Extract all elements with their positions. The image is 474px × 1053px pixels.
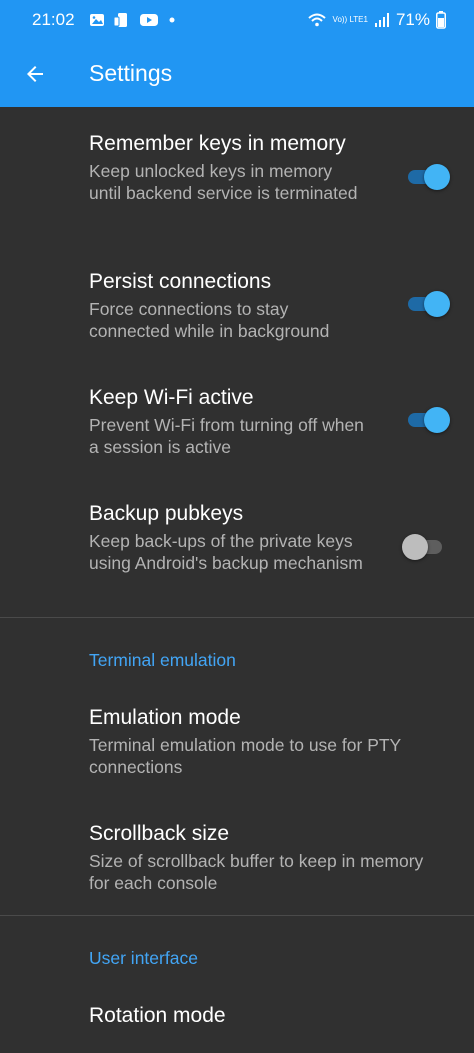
- category-terminal-emulation: Terminal emulation: [89, 650, 236, 670]
- pref-title: Scrollback size: [89, 822, 230, 845]
- navigation-bar: [0, 1038, 474, 1053]
- pref-emulation-mode[interactable]: Emulation mode Terminal emulation mode t…: [89, 705, 449, 778]
- pref-backup-pubkeys[interactable]: Backup pubkeys Keep back-ups of the priv…: [89, 501, 449, 574]
- signal-icon: [374, 12, 390, 28]
- pref-title: Persist connections: [89, 270, 272, 293]
- page-title: Settings: [89, 60, 173, 86]
- pref-rotation-mode[interactable]: Rotation mode: [89, 1003, 449, 1029]
- youtube-notification-icon: [139, 12, 159, 28]
- battery-percent: 71%: [395, 10, 430, 29]
- back-button[interactable]: [0, 40, 70, 107]
- pref-summary: Size of scrollback buffer to keep in mem…: [89, 851, 424, 893]
- pref-title: Rotation mode: [89, 1004, 226, 1027]
- keep-wifi-active-switch[interactable]: [402, 405, 450, 435]
- status-bar: 21:02 Vo)) LTE1 71%: [0, 0, 474, 40]
- pref-summary: Keep unlocked keys in memory until backe…: [89, 161, 358, 203]
- pref-persist-connections[interactable]: Persist connections Force connections to…: [89, 269, 449, 342]
- pref-summary: Terminal emulation mode to use for PTY c…: [89, 735, 401, 777]
- pref-scrollback-size[interactable]: Scrollback size Size of scrollback buffe…: [89, 821, 449, 894]
- network-type-label: Vo)) LTE1: [332, 15, 368, 24]
- status-time: 21:02: [32, 10, 75, 29]
- wifi-calling-icon: [307, 12, 327, 28]
- arrow-back-icon: [27, 65, 43, 82]
- pref-title: Remember keys in memory: [89, 132, 346, 155]
- backup-pubkeys-switch[interactable]: [402, 532, 450, 562]
- switch-thumb: [424, 407, 450, 433]
- pref-summary: Prevent Wi-Fi from turning off when a se…: [89, 415, 364, 457]
- app-bar: Settings: [0, 40, 474, 107]
- divider: [0, 915, 474, 916]
- settings-list[interactable]: Remember keys in memory Keep unlocked ke…: [0, 107, 474, 1053]
- gallery-notification-icon: [89, 12, 105, 28]
- status-right: Vo)) LTE1 71%: [307, 10, 446, 30]
- divider: [0, 617, 474, 618]
- switch-thumb: [402, 534, 428, 560]
- remember-keys-switch[interactable]: [402, 162, 450, 192]
- category-user-interface: User interface: [89, 948, 198, 968]
- pref-remember-keys[interactable]: Remember keys in memory Keep unlocked ke…: [89, 131, 449, 204]
- pref-keep-wifi-active[interactable]: Keep Wi-Fi active Prevent Wi-Fi from tur…: [89, 385, 449, 458]
- battery-icon: [436, 11, 446, 29]
- pref-summary: Keep back-ups of the private keys using …: [89, 531, 363, 573]
- more-notifications-dot-icon: [167, 15, 177, 25]
- pref-title: Emulation mode: [89, 706, 241, 729]
- devices-notification-icon: [113, 12, 131, 28]
- pref-title: Backup pubkeys: [89, 502, 244, 525]
- pref-summary: Force connections to stay connected whil…: [89, 299, 330, 341]
- persist-connections-switch[interactable]: [402, 289, 450, 319]
- pref-title: Keep Wi-Fi active: [89, 386, 254, 409]
- switch-thumb: [424, 164, 450, 190]
- status-left: 21:02: [32, 10, 177, 30]
- switch-thumb: [424, 291, 450, 317]
